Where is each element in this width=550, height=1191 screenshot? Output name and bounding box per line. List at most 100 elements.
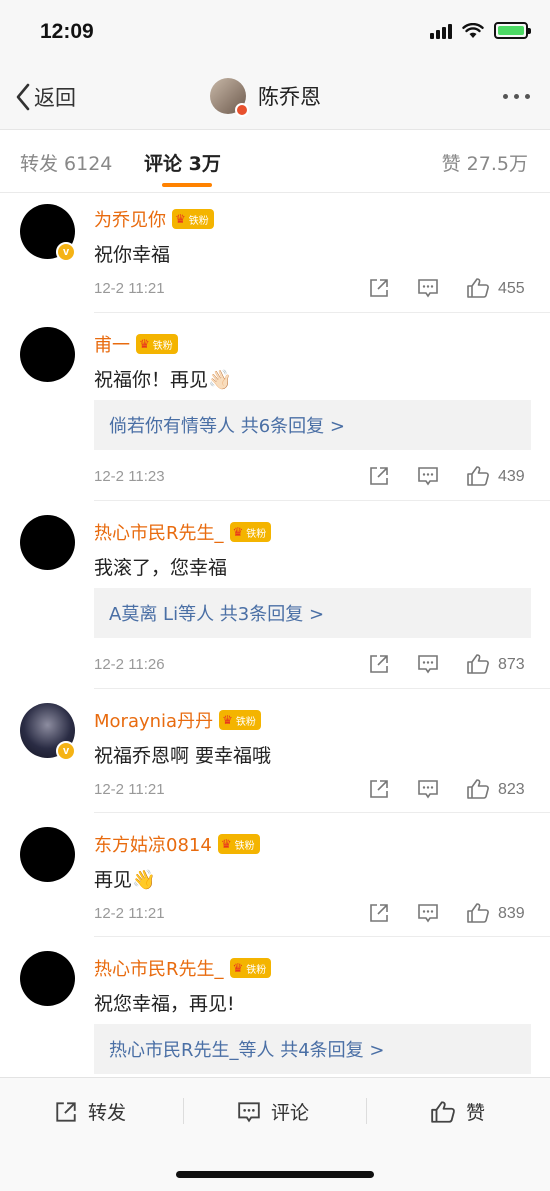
comment-text: 再见👋 — [94, 869, 156, 891]
username[interactable]: 为乔见你 — [94, 206, 166, 232]
comment-time: 12-2 11:21 — [94, 905, 165, 922]
back-button[interactable]: 返回 — [14, 82, 76, 112]
username-row: 东方姑凉0814 ♛ 铁粉 — [94, 831, 260, 857]
crown-icon: ♛ — [222, 713, 233, 727]
comment-item: 热心市民R先生_ ♛ 铁粉 祝您幸福，再见! 热心市民R先生_等人 共4条回复 > — [0, 937, 550, 1077]
thumbs-up-icon — [431, 1100, 455, 1123]
comment-icon — [238, 1101, 260, 1122]
verified-badge-icon: v — [56, 242, 76, 262]
fan-badge: ♛ 铁粉 — [229, 522, 272, 542]
tab-indicator — [162, 183, 212, 187]
username[interactable]: 东方姑凉0814 — [94, 831, 212, 857]
status-bar: 12:09 — [0, 0, 550, 66]
avatar[interactable] — [20, 515, 75, 570]
share-icon[interactable] — [368, 277, 390, 299]
comment-text: 祝福乔恩啊 要幸福哦 — [94, 745, 272, 767]
comment-time: 12-2 11:21 — [94, 280, 165, 297]
tab-like[interactable]: 赞 27.5万 — [442, 149, 528, 176]
avatar[interactable] — [20, 951, 75, 1006]
fan-badge: ♛ 铁粉 — [219, 710, 261, 730]
thumbs-up-icon[interactable] — [466, 902, 490, 924]
username-row: 为乔见你 ♛ 铁粉 — [94, 206, 214, 232]
like-button[interactable]: 赞 — [430, 1098, 485, 1125]
divider — [183, 1098, 184, 1124]
comment-label: 评论 — [271, 1102, 310, 1124]
tab-repost[interactable]: 转发 6124 — [20, 149, 112, 176]
tab-comment[interactable]: 评论 3万 — [144, 149, 221, 176]
crown-icon: ♛ — [220, 837, 232, 851]
verified-badge-icon: v — [56, 741, 76, 761]
comment-icon[interactable] — [417, 778, 439, 800]
reply-summary[interactable]: 倘若你有情等人 共6条回复 > — [94, 400, 531, 450]
username-row: 热心市民R先生_ ♛ 铁粉 — [94, 519, 272, 545]
thumbs-up-icon[interactable] — [466, 653, 490, 675]
comment-text: 我滚了，您幸福 — [94, 557, 228, 579]
share-icon[interactable] — [368, 465, 390, 487]
comment-time: 12-2 11:21 — [94, 781, 165, 798]
chevron-left-icon — [16, 83, 30, 111]
share-icon — [56, 1101, 76, 1122]
crown-icon: ♛ — [232, 961, 244, 975]
comment-icon[interactable] — [417, 465, 439, 487]
like-count: 439 — [498, 468, 525, 485]
reply-summary[interactable]: 热心市民R先生_等人 共4条回复 > — [94, 1024, 531, 1074]
comment-text: 祝福你！再见👋🏻 — [94, 369, 232, 391]
divider — [366, 1098, 367, 1124]
nav-profile[interactable]: 陈乔恩 — [210, 78, 321, 117]
comment-item: v 为乔见你 ♛ 铁粉 祝你幸福 12-2 11:21 455 — [0, 194, 550, 313]
like-count: 823 — [498, 781, 525, 798]
username-row: 甫一 ♛ 铁粉 — [94, 331, 178, 357]
share-icon[interactable] — [368, 653, 390, 675]
tab-bar: 转发 6124 评论 3万 赞 27.5万 — [0, 131, 550, 193]
comment-button[interactable]: 评论 — [237, 1098, 309, 1125]
like-count: 873 — [498, 656, 525, 673]
comment-text: 祝您幸福，再见! — [94, 993, 235, 1015]
avatar[interactable] — [210, 78, 249, 117]
status-icons — [430, 22, 531, 39]
username-row: 热心市民R先生_ ♛ 铁粉 — [94, 955, 272, 981]
thumbs-up-icon[interactable] — [466, 277, 490, 299]
thumbs-up-icon[interactable] — [466, 778, 490, 800]
comment-time: 12-2 11:26 — [94, 656, 165, 673]
comment-item: 热心市民R先生_ ♛ 铁粉 我滚了，您幸福 A莫离 Li等人 共3条回复 > 12… — [0, 501, 550, 689]
crown-icon: ♛ — [175, 212, 186, 226]
comment-time: 12-2 11:23 — [94, 468, 165, 485]
thumbs-up-icon[interactable] — [466, 465, 490, 487]
verified-badge-icon — [235, 103, 249, 117]
fan-badge: ♛ 铁粉 — [172, 209, 214, 229]
crown-icon: ♛ — [139, 337, 150, 351]
repost-button[interactable]: 转发 — [54, 1098, 126, 1125]
username[interactable]: Moraynia丹丹 — [94, 707, 213, 733]
more-options-icon[interactable] — [503, 94, 530, 99]
signal-icon — [430, 23, 452, 39]
page-title: 陈乔恩 — [258, 85, 321, 109]
comment-list: v 为乔见你 ♛ 铁粉 祝你幸福 12-2 11:21 455 甫一 ♛ 铁粉 祝福… — [0, 194, 550, 1077]
like-count: 455 — [498, 280, 525, 297]
comment-item: 甫一 ♛ 铁粉 祝福你！再见👋🏻 倘若你有情等人 共6条回复 > 12-2 11:… — [0, 313, 550, 501]
status-time: 12:09 — [40, 20, 94, 43]
repost-label: 转发 — [88, 1102, 127, 1124]
like-label: 赞 — [466, 1102, 486, 1124]
share-icon[interactable] — [368, 778, 390, 800]
crown-icon: ♛ — [232, 525, 244, 539]
fan-badge: ♛ 铁粉 — [217, 834, 260, 854]
like-count: 839 — [498, 905, 525, 922]
comment-icon[interactable] — [417, 902, 439, 924]
comment-icon[interactable] — [417, 653, 439, 675]
nav-bar: 返回 陈乔恩 — [0, 66, 550, 130]
back-label: 返回 — [34, 86, 76, 110]
reply-summary[interactable]: A莫离 Li等人 共3条回复 > — [94, 588, 531, 638]
fan-badge: ♛ 铁粉 — [136, 334, 178, 354]
avatar[interactable] — [20, 327, 75, 382]
username[interactable]: 热心市民R先生_ — [94, 519, 224, 545]
username[interactable]: 热心市民R先生_ — [94, 955, 224, 981]
share-icon[interactable] — [368, 902, 390, 924]
battery-icon — [494, 22, 531, 39]
comment-item: 东方姑凉0814 ♛ 铁粉 再见👋 12-2 11:21 839 — [0, 813, 550, 937]
comment-item: v Moraynia丹丹 ♛ 铁粉 祝福乔恩啊 要幸福哦 12-2 11:21 8… — [0, 689, 550, 813]
comment-icon[interactable] — [417, 277, 439, 299]
username-row: Moraynia丹丹 ♛ 铁粉 — [94, 707, 261, 733]
home-indicator[interactable] — [176, 1171, 374, 1178]
avatar[interactable] — [20, 827, 75, 882]
username[interactable]: 甫一 — [94, 331, 130, 357]
